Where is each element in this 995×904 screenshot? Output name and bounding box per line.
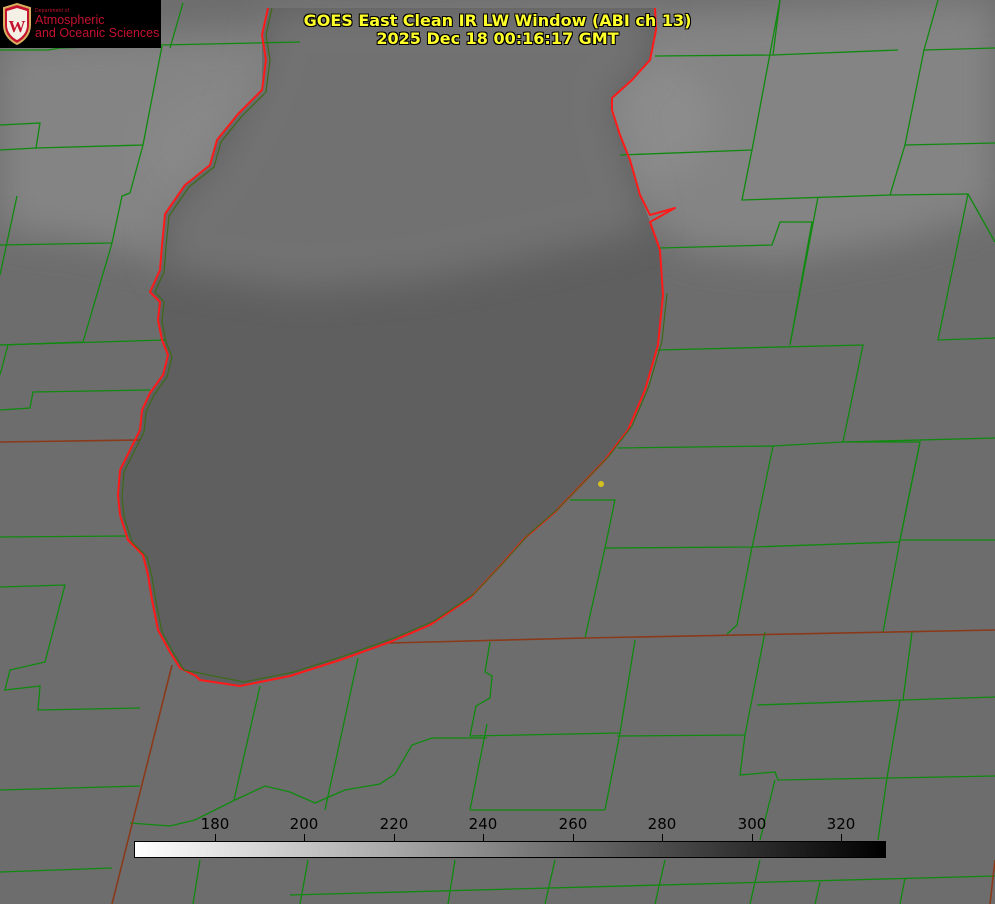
colorbar-tick-mark	[394, 834, 395, 841]
colorbar-tick-label: 180	[200, 815, 230, 833]
colorbar-tick-label: 200	[289, 815, 319, 833]
colorbar-tick-mark	[215, 834, 216, 841]
image-timestamp: 2025 Dec 18 00:16:17 GMT	[376, 29, 619, 48]
colorbar-tick-mark	[662, 834, 663, 841]
satellite-map	[0, 0, 995, 904]
colorbar	[134, 841, 886, 858]
image-title: GOES East Clean IR LW Window (ABI ch 13)	[303, 11, 692, 30]
colorbar-tick-mark	[304, 834, 305, 841]
colorbar-tick-label: 240	[468, 815, 498, 833]
colorbar-tick-label: 320	[826, 815, 856, 833]
colorbar-tick-mark	[573, 834, 574, 841]
colorbar-tick-label: 280	[647, 815, 677, 833]
location-marker	[598, 481, 604, 487]
colorbar-tick-mark	[841, 834, 842, 841]
colorbar-tick-label: 260	[558, 815, 588, 833]
colorbar-tick-label: 220	[379, 815, 409, 833]
colorbar-tick-mark	[752, 834, 753, 841]
colorbar-tick-label: 300	[737, 815, 767, 833]
colorbar-tick-mark	[483, 834, 484, 841]
